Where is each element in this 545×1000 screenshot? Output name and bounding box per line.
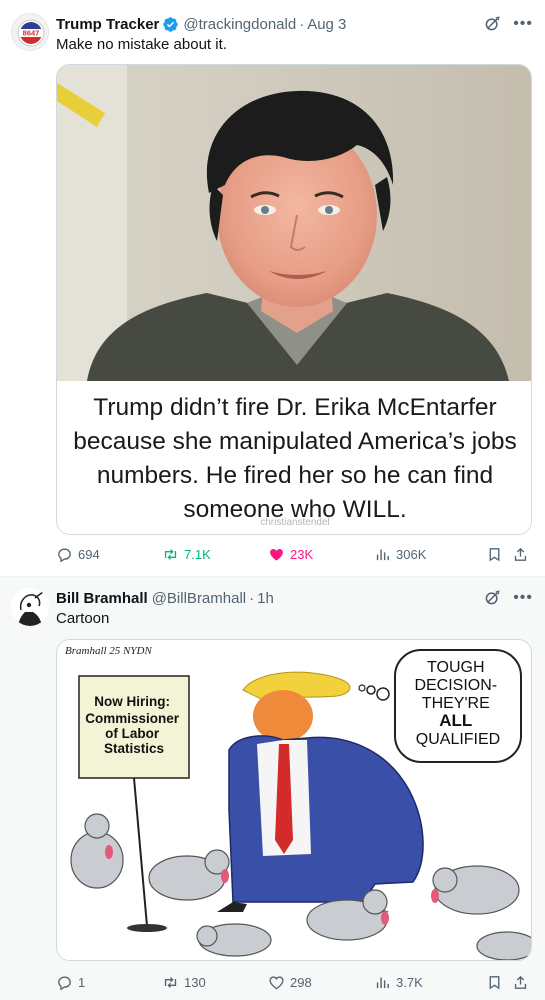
view-count: 3.7K bbox=[396, 975, 423, 990]
sign-line-2: Commissioner bbox=[85, 711, 180, 726]
more-icon[interactable]: ••• bbox=[513, 590, 533, 606]
tweet-trump-tracker[interactable]: 8647 Trump Tracker @trackingdonald · Aug… bbox=[0, 0, 545, 577]
more-icon[interactable]: ••• bbox=[513, 16, 533, 32]
reply-button[interactable]: 1 bbox=[56, 974, 85, 991]
share-icon bbox=[514, 547, 527, 561]
image-caption-area: Trump didn’t fire Dr. Erika McEntarfer b… bbox=[57, 381, 531, 534]
views-button[interactable]: 306K bbox=[374, 546, 426, 563]
like-count: 298 bbox=[290, 975, 312, 990]
image-caption: Trump didn’t fire Dr. Erika McEntarfer b… bbox=[73, 394, 517, 523]
views-button[interactable]: 3.7K bbox=[374, 974, 423, 991]
reply-count: 694 bbox=[78, 547, 100, 562]
avatar-trump-tracker[interactable]: 8647 bbox=[11, 13, 49, 51]
author-name[interactable]: Bill Bramhall bbox=[56, 590, 148, 607]
tweet-header: Bill Bramhall @BillBramhall · 1h ••• bbox=[56, 588, 533, 608]
tweet-bill-bramhall[interactable]: Bill Bramhall @BillBramhall · 1h ••• Car… bbox=[0, 577, 545, 1000]
portrait-photo bbox=[57, 65, 531, 381]
sign-line-3: of Labor bbox=[105, 726, 160, 741]
like-count: 23K bbox=[290, 547, 314, 562]
reply-icon bbox=[58, 548, 71, 563]
tweet-actions: 1 130 298 3.7K bbox=[56, 974, 531, 994]
tweet-header: Trump Tracker @trackingdonald · Aug 3 ••… bbox=[56, 14, 533, 34]
share-button[interactable] bbox=[512, 974, 529, 991]
reply-button[interactable]: 694 bbox=[56, 546, 100, 563]
separator-dot: · bbox=[249, 589, 255, 607]
grok-icon[interactable] bbox=[483, 589, 501, 607]
bubble-line-5: QUALIFIED bbox=[416, 731, 500, 748]
tweet-text: Make no mistake about it. bbox=[56, 36, 227, 53]
verified-badge-icon bbox=[163, 16, 179, 32]
separator-dot: · bbox=[299, 15, 305, 33]
like-icon bbox=[270, 549, 283, 561]
like-button[interactable]: 298 bbox=[268, 974, 312, 991]
author-handle[interactable]: @trackingdonald bbox=[183, 16, 296, 33]
share-icon bbox=[514, 975, 527, 989]
repost-icon bbox=[164, 549, 177, 560]
repost-button[interactable]: 7.1K bbox=[162, 546, 211, 563]
svg-text:TOUGH DECISION-: TOUGH DECISION- THEY'RE ALL QUALIFIED bbox=[414, 659, 501, 748]
bubble-line-3: THEY'RE bbox=[422, 695, 490, 712]
tweet-text: Cartoon bbox=[56, 610, 110, 627]
tweet-image[interactable]: Trump didn’t fire Dr. Erika McEntarfer b… bbox=[56, 64, 532, 535]
tweet-cartoon-image[interactable]: Bramhall 25 NYDN Now Hiring: Commissione… bbox=[56, 639, 532, 961]
timestamp[interactable]: 1h bbox=[257, 590, 274, 607]
bookmark-button[interactable] bbox=[486, 974, 503, 991]
bookmark-icon bbox=[489, 548, 500, 562]
reply-count: 1 bbox=[78, 975, 86, 990]
repost-count: 7.1K bbox=[184, 547, 211, 562]
author-name[interactable]: Trump Tracker bbox=[56, 16, 159, 33]
share-button[interactable] bbox=[512, 546, 529, 563]
sign-line-1: Now Hiring: bbox=[94, 694, 170, 709]
cartoon-signature: Bramhall 25 NYDN bbox=[65, 645, 152, 657]
view-count: 306K bbox=[396, 547, 427, 562]
reply-icon bbox=[58, 976, 71, 991]
avatar-bill-bramhall[interactable] bbox=[11, 588, 49, 626]
bookmark-icon bbox=[489, 976, 500, 990]
svg-text:8647: 8647 bbox=[23, 29, 40, 38]
avatar-caricature bbox=[11, 588, 49, 626]
bubble-line-1: TOUGH bbox=[427, 659, 484, 676]
views-icon bbox=[376, 549, 389, 561]
views-icon bbox=[376, 977, 389, 989]
image-watermark: christianstendel bbox=[260, 517, 330, 528]
author-handle[interactable]: @BillBramhall bbox=[152, 590, 246, 607]
repost-button[interactable]: 130 bbox=[162, 974, 206, 991]
repost-icon bbox=[164, 977, 177, 988]
grok-icon[interactable] bbox=[483, 15, 501, 33]
avatar-8647-logo: 8647 bbox=[17, 19, 45, 47]
cartoon-drawing: Bramhall 25 NYDN Now Hiring: Commissione… bbox=[57, 640, 531, 960]
bookmark-button[interactable] bbox=[486, 546, 503, 563]
tweet-actions: 694 7.1K 23K 306K bbox=[56, 546, 531, 566]
like-button[interactable]: 23K bbox=[268, 546, 313, 563]
bubble-line-2: DECISION- bbox=[414, 677, 497, 694]
repost-count: 130 bbox=[184, 975, 206, 990]
bubble-line-4: ALL bbox=[439, 711, 472, 730]
like-icon bbox=[269, 976, 284, 990]
timestamp[interactable]: Aug 3 bbox=[307, 16, 346, 33]
sign-line-4: Statistics bbox=[104, 741, 164, 756]
